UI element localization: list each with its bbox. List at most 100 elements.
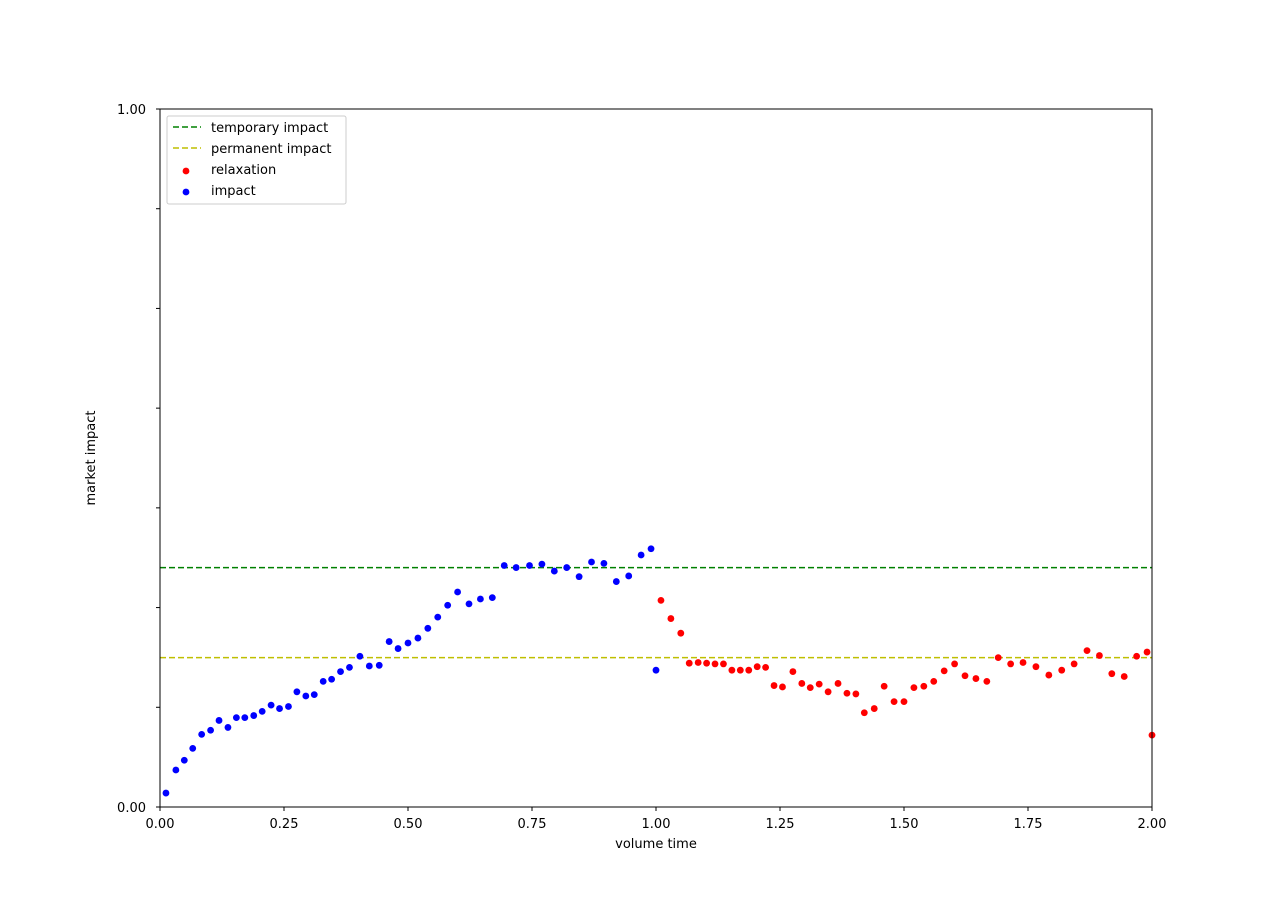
impact-point <box>198 731 206 738</box>
x-axis-ticks: 0.00 0.25 0.50 0.75 1.00 1.25 1.50 1.75 2.00 <box>146 807 1167 832</box>
impact-point <box>477 595 484 603</box>
relaxation-point <box>806 684 814 692</box>
legend-swatch-impact <box>182 188 190 196</box>
impact-point <box>375 661 383 669</box>
impact-point <box>207 726 214 734</box>
relaxation-point <box>711 660 719 668</box>
impact-point <box>189 744 197 752</box>
impact-point <box>250 712 258 719</box>
x-axis-label: volume time <box>615 837 697 852</box>
relaxation-point <box>852 690 860 698</box>
impact-point <box>346 664 353 671</box>
x-tick-label: 0.50 <box>394 817 423 832</box>
impact-point <box>319 677 327 685</box>
relaxation-point <box>951 660 958 668</box>
relaxation-point <box>870 705 878 712</box>
x-tick-label: 1.25 <box>766 817 795 832</box>
x-tick-label: 0.25 <box>270 817 299 832</box>
relaxation-point <box>685 659 693 667</box>
impact-point <box>575 573 583 581</box>
relaxation-point <box>815 680 823 688</box>
impact-point <box>215 717 223 724</box>
impact-point <box>267 701 275 709</box>
impact-point <box>625 572 633 580</box>
y-axis-ticks: 0.00 1.00 <box>117 103 160 816</box>
relaxation-point <box>753 663 761 671</box>
impact-point <box>180 756 188 764</box>
relaxation-point <box>1007 660 1015 668</box>
impact-point <box>224 724 232 731</box>
relaxation-point <box>1083 647 1091 655</box>
relaxation-point <box>736 666 744 674</box>
legend-label: impact <box>211 184 256 199</box>
impact-point <box>647 545 655 553</box>
impact-point <box>550 567 558 575</box>
x-tick-label: 1.00 <box>642 817 671 832</box>
impact-point <box>612 578 620 585</box>
relaxation-point <box>1019 659 1027 666</box>
relaxation-point <box>762 664 770 671</box>
impact-point <box>276 705 283 712</box>
legend-swatch-relaxation <box>182 167 190 175</box>
impact-point <box>328 675 336 683</box>
relaxation-point <box>834 680 842 687</box>
relaxation-point <box>1143 648 1151 656</box>
impact-point <box>588 558 595 566</box>
y-axis-label: market impact <box>84 410 99 505</box>
relaxation-point <box>910 684 918 692</box>
y-tick-label: 0.00 <box>117 801 146 816</box>
impact-point <box>356 652 364 660</box>
relaxation-point <box>720 660 727 668</box>
relaxation-point <box>994 654 1002 662</box>
relaxation-point <box>677 629 685 637</box>
impact-point <box>162 789 170 797</box>
relaxation-point <box>920 682 928 690</box>
impact-point <box>310 691 318 699</box>
relaxation-point <box>940 667 948 675</box>
legend: temporary impact permanent impact relaxati… <box>166 115 347 205</box>
reference-lines <box>160 566 1152 659</box>
relaxation-point <box>1058 666 1066 674</box>
impact-point <box>172 766 180 774</box>
relaxation-point <box>779 683 786 691</box>
relaxation-point <box>745 666 753 674</box>
impact-point <box>454 588 461 596</box>
relaxation-point <box>843 689 851 697</box>
legend-label: relaxation <box>211 163 276 178</box>
impact-point <box>404 639 412 647</box>
plot-frame <box>159 108 1153 808</box>
relaxation-point <box>961 672 969 680</box>
x-tick-label: 1.75 <box>1014 817 1043 832</box>
chart-canvas: 0.00 0.25 0.50 0.75 1.00 1.25 1.50 1.75 2.00 0.0… <box>84 103 1167 852</box>
scatter-points <box>162 545 1156 797</box>
legend-label: temporary impact <box>211 121 328 136</box>
impact-point <box>414 634 422 642</box>
relaxation-point <box>1096 652 1103 659</box>
impact-point <box>232 714 240 722</box>
impact-point <box>465 600 473 608</box>
x-tick-label: 0.00 <box>146 817 175 832</box>
relaxation-point <box>789 668 797 675</box>
impact-point <box>444 601 452 609</box>
relaxation-point <box>1120 673 1128 680</box>
impact-point <box>600 559 608 567</box>
relaxation-point <box>824 688 832 696</box>
relaxation-point <box>972 675 980 682</box>
relaxation-point <box>694 659 702 666</box>
relaxation-point <box>657 596 665 604</box>
impact-point <box>563 564 571 571</box>
impact-point <box>424 624 432 632</box>
impact-point <box>512 564 520 571</box>
relaxation-point <box>770 682 778 689</box>
relaxation-point <box>1108 670 1116 678</box>
impact-point <box>500 562 508 569</box>
impact-point <box>258 707 266 715</box>
x-tick-label: 2.00 <box>1138 817 1167 832</box>
relaxation-point <box>1070 660 1078 668</box>
relaxation-point <box>798 680 806 687</box>
relaxation-point <box>900 698 908 706</box>
impact-point <box>488 594 496 601</box>
impact-point <box>385 638 393 645</box>
impact-point <box>337 668 344 675</box>
relaxation-point <box>1133 652 1141 660</box>
